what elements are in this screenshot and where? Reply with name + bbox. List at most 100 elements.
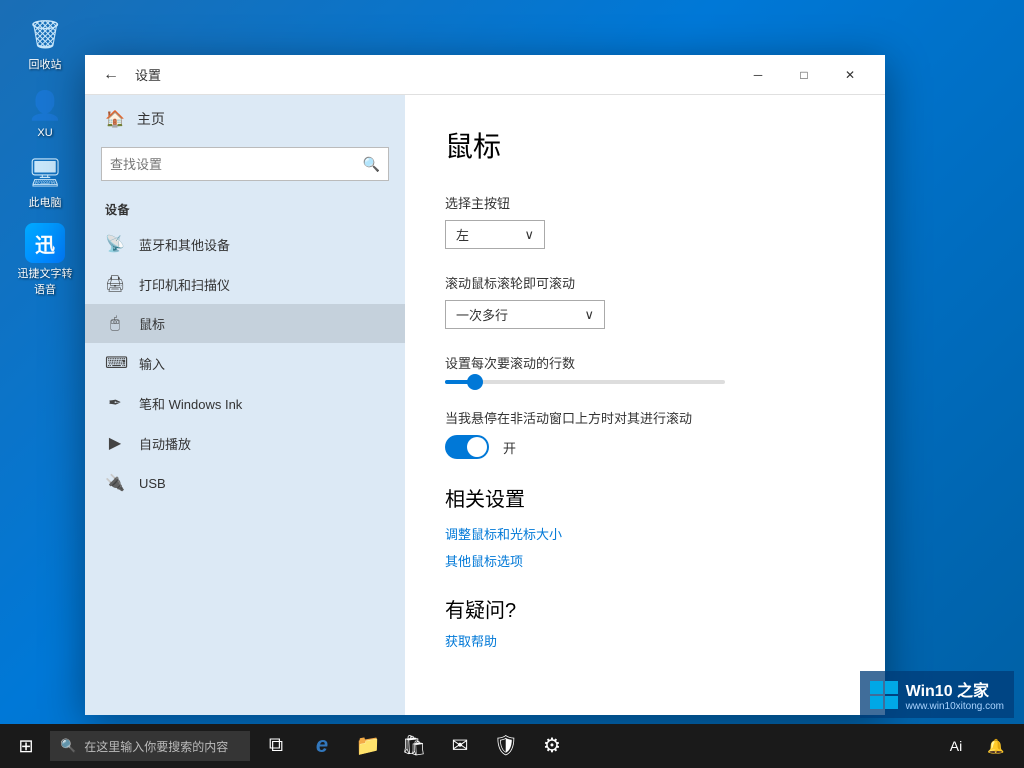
start-icon: ⊞: [18, 736, 33, 757]
desktop-icons: 🗑 回收站 👤 XU 🖥 此电脑 迅 迅捷文字转语音: [10, 10, 80, 301]
slider-track: [445, 380, 725, 384]
scroll-lines-label: 设置每次要滚动的行数: [445, 353, 845, 372]
settings-icon: ⚙: [543, 733, 561, 758]
faq-link[interactable]: 获取帮助: [445, 631, 845, 650]
toggle-knob: [467, 437, 487, 457]
store-icon: 🛍: [401, 733, 426, 758]
notification-icon: 🔔: [987, 738, 1004, 755]
taskbar-tray: Ai 🔔: [938, 724, 1020, 768]
desktop: 🗑 回收站 👤 XU 🖥 此电脑 迅 迅捷文字转语音 ← 设置 ─ □ ✕: [0, 0, 1024, 768]
nav-item-pen[interactable]: ✒ 笔和 Windows Ink: [85, 383, 405, 423]
section-label: 设备: [85, 193, 405, 224]
nav-item-autoplay[interactable]: ▶ 自动播放: [85, 423, 405, 463]
taskbar-app-explorer[interactable]: 📁: [346, 724, 390, 768]
nav-item-bluetooth[interactable]: 📡 蓝牙和其他设备: [85, 224, 405, 264]
nav-item-usb[interactable]: 🔌 USB: [85, 463, 405, 503]
related-title: 相关设置: [445, 483, 845, 512]
tray-ai-text: Ai: [950, 738, 962, 754]
settings-window: ← 设置 ─ □ ✕ 🏠 主页 🔍 设备: [85, 55, 885, 715]
brand-name: Win10 之家: [906, 677, 1004, 701]
taskbar-app-edge[interactable]: e: [300, 724, 344, 768]
right-panel: 鼠标 选择主按钮 左 ∨ 滚动鼠标滚轮即可滚动 一次多行 ∨: [405, 95, 885, 715]
recycle-bin-icon: 🗑: [25, 14, 65, 54]
taskview-icon: ⧉: [269, 734, 283, 757]
usb-icon: 🔌: [105, 473, 125, 493]
home-icon: 🏠: [105, 109, 125, 129]
scroll-lines-slider[interactable]: [445, 380, 845, 384]
minimize-button[interactable]: ─: [735, 55, 781, 95]
autoplay-label: 自动播放: [139, 434, 191, 453]
link-mouse-options[interactable]: 其他鼠标选项: [445, 551, 845, 570]
input-icon: ⌨: [105, 353, 125, 373]
edge-icon: e: [316, 732, 328, 758]
maximize-button[interactable]: □: [781, 55, 827, 95]
inactive-scroll-label: 当我悬停在非活动窗口上方时对其进行滚动: [445, 408, 845, 427]
link-cursor-size[interactable]: 调整鼠标和光标大小: [445, 524, 845, 543]
nav-item-mouse[interactable]: 🖱 鼠标: [85, 304, 405, 343]
window-title: 设置: [135, 65, 161, 84]
brand-info: Win10 之家 www.win10xitong.com: [906, 677, 1004, 712]
taskbar-app-defender[interactable]: 🛡: [484, 724, 528, 768]
primary-button-dropdown[interactable]: 左 ∨: [445, 220, 545, 249]
desktop-icon-recycle[interactable]: 🗑 回收站: [10, 10, 80, 76]
back-button[interactable]: ←: [97, 61, 125, 89]
mouse-icon: 🖱: [105, 315, 125, 333]
scroll-dropdown[interactable]: 一次多行 ∨: [445, 300, 605, 329]
mail-icon: ✉: [452, 733, 469, 758]
search-input[interactable]: [110, 157, 363, 172]
window-controls: ─ □ ✕: [735, 55, 873, 95]
inactive-scroll-section: 当我悬停在非活动窗口上方时对其进行滚动 开: [445, 408, 845, 459]
windows-logo: [870, 681, 898, 709]
printer-label: 打印机和扫描仪: [139, 275, 230, 294]
primary-button-section: 选择主按钮 左 ∨: [445, 193, 845, 249]
user-folder-icon: 👤: [25, 85, 65, 125]
explorer-icon: 📁: [356, 733, 381, 758]
home-nav-item[interactable]: 🏠 主页: [85, 95, 405, 143]
taskbar-app-mail[interactable]: ✉: [438, 724, 482, 768]
input-label: 输入: [139, 354, 165, 373]
ocr-app-label: 迅捷文字转语音: [14, 265, 76, 297]
autoplay-icon: ▶: [105, 433, 125, 453]
computer-label: 此电脑: [29, 194, 62, 210]
bluetooth-icon: 📡: [105, 234, 125, 254]
scroll-label: 滚动鼠标滚轮即可滚动: [445, 273, 845, 292]
user-folder-label: XU: [37, 127, 52, 139]
related-settings-section: 相关设置 调整鼠标和光标大小 其他鼠标选项: [445, 483, 845, 570]
tray-ai-label[interactable]: Ai: [938, 724, 974, 768]
search-box[interactable]: 🔍: [101, 147, 389, 181]
taskbar-search-box[interactable]: 🔍 在这里输入你要搜索的内容: [50, 731, 250, 761]
start-button[interactable]: ⊞: [4, 724, 48, 768]
desktop-icon-user[interactable]: 👤 XU: [10, 81, 80, 143]
toggle-row: 开: [445, 435, 845, 459]
faq-section: 有疑问? 获取帮助: [445, 594, 845, 650]
nav-item-printer[interactable]: 🖨 打印机和扫描仪: [85, 264, 405, 304]
nav-item-input[interactable]: ⌨ 输入: [85, 343, 405, 383]
win10-brand: Win10 之家 www.win10xitong.com: [860, 671, 1014, 718]
primary-button-value: 左: [456, 225, 469, 244]
toggle-state-label: 开: [503, 438, 516, 457]
home-label: 主页: [137, 109, 165, 129]
tray-notification-icon[interactable]: 🔔: [978, 724, 1014, 768]
desktop-icon-ocr[interactable]: 迅 迅捷文字转语音: [10, 219, 80, 301]
recycle-bin-label: 回收站: [29, 56, 62, 72]
scroll-section: 滚动鼠标滚轮即可滚动 一次多行 ∨: [445, 273, 845, 329]
slider-thumb[interactable]: [467, 374, 483, 390]
taskbar-search-placeholder: 在这里输入你要搜索的内容: [84, 738, 228, 755]
search-icon[interactable]: 🔍: [363, 156, 380, 173]
taskbar-app-settings[interactable]: ⚙: [530, 724, 574, 768]
ocr-app-icon: 迅: [25, 223, 65, 263]
title-bar: ← 设置 ─ □ ✕: [85, 55, 885, 95]
taskbar-search-icon: 🔍: [60, 738, 76, 754]
taskbar: ⊞ 🔍 在这里输入你要搜索的内容 ⧉ e 📁 🛍 ✉ 🛡: [0, 724, 1024, 768]
taskbar-app-taskview[interactable]: ⧉: [254, 724, 298, 768]
chevron-down-icon: ∨: [524, 227, 534, 243]
computer-icon: 🖥: [25, 152, 65, 192]
inactive-scroll-toggle[interactable]: [445, 435, 489, 459]
desktop-icon-computer[interactable]: 🖥 此电脑: [10, 148, 80, 214]
taskbar-app-store[interactable]: 🛍: [392, 724, 436, 768]
brand-url: www.win10xitong.com: [906, 701, 1004, 712]
scroll-lines-section: 设置每次要滚动的行数: [445, 353, 845, 384]
scroll-value: 一次多行: [456, 305, 508, 324]
primary-button-label: 选择主按钮: [445, 193, 845, 212]
close-button[interactable]: ✕: [827, 55, 873, 95]
